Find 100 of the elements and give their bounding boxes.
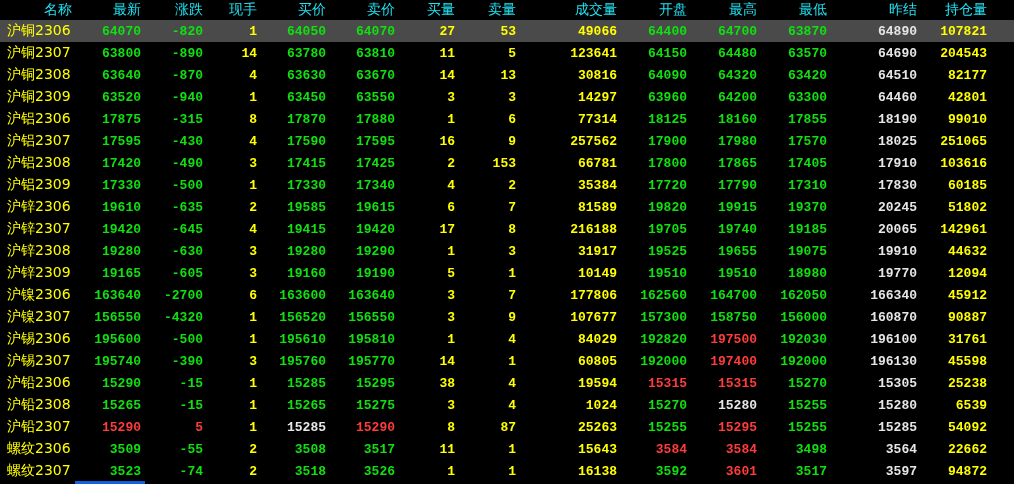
- table-cell-text: 15255: [787, 397, 827, 413]
- table-cell-text: 3498: [794, 441, 827, 457]
- contract-name: 沪铝2308: [6, 154, 72, 172]
- table-cell-text: 15290: [101, 419, 141, 435]
- table-cell-text: 64400: [647, 23, 687, 39]
- contract-name: 螺纹2306: [6, 440, 72, 458]
- table-row[interactable]: 沪锌2306 19610 -635 2 19585 19615 6 7 81589 19820 19915 19370 20245 51802: [0, 196, 1014, 218]
- table-cell-text: 1: [507, 463, 516, 479]
- table-cell-text: -635: [170, 199, 203, 215]
- table-row[interactable]: 螺纹2307 3523 -74 2 3518 3526 1 1 16138 3592 3601 3517 3597 94872: [0, 460, 1014, 482]
- table-row[interactable]: 沪铜2308 63640 -870 4 63630 63670 14 13 30816 64090 64320 63420 64510 82177: [0, 64, 1014, 86]
- column-header[interactable]: 卖量: [455, 1, 516, 19]
- table-row[interactable]: 沪铜2306 64070 -820 1 64050 64070 27 53 49066 64400 64700 63870 64890 107821: [0, 20, 1014, 42]
- table-row[interactable]: 沪铝2307 17595 -430 4 17590 17595 16 9 257562 17900 17980 17570 18025 251065: [0, 130, 1014, 152]
- table-cell-text: 17: [438, 221, 455, 237]
- column-header[interactable]: 买量: [395, 1, 455, 19]
- table-cell-text: -820: [170, 23, 203, 39]
- table-cell-text: 107677: [569, 309, 617, 325]
- column-header[interactable]: 开盘: [617, 1, 687, 19]
- table-cell-text: 31761: [947, 331, 987, 347]
- table-row[interactable]: 沪铝2308 17420 -490 3 17415 17425 2 153 66781 17800 17865 17405 17910 103616: [0, 152, 1014, 174]
- table-cell-text: 18980: [787, 265, 827, 281]
- column-header[interactable]: 买价: [257, 1, 326, 19]
- table-cell-text: 45598: [947, 353, 987, 369]
- table-cell-text: -4320: [163, 309, 203, 325]
- table-cell-text: 63870: [787, 23, 827, 39]
- column-header[interactable]: 最低: [757, 1, 827, 19]
- contract-name: 沪铜2307: [6, 44, 72, 62]
- table-cell-text: 195810: [347, 331, 395, 347]
- table-cell-text: 3: [446, 287, 455, 303]
- table-row[interactable]: 沪铅2308 15265 -15 1 15265 15275 3 4 1024 15270 15280 15255 15280 6539: [0, 394, 1014, 416]
- table-cell-text: 19820: [647, 199, 687, 215]
- column-header[interactable]: 最高: [687, 1, 757, 19]
- table-cell-text: -605: [170, 265, 203, 281]
- table-cell-text: -74: [178, 463, 203, 479]
- table-cell-text: 1: [248, 23, 257, 39]
- table-cell-text: 3564: [884, 441, 917, 457]
- table-cell-text: 17595: [101, 133, 141, 149]
- table-cell-text: 9: [507, 133, 516, 149]
- table-row[interactable]: 沪铅2307 15290 5 1 15285 15290 8 87 25263 15255 15295 15255 15285 54092: [0, 416, 1014, 438]
- table-cell-text: 1: [248, 419, 257, 435]
- table-cell-text: 64890: [877, 23, 917, 39]
- table-cell-text: 195600: [93, 331, 141, 347]
- table-cell-text: 15265: [101, 397, 141, 413]
- table-cell-text: 18025: [877, 133, 917, 149]
- table-cell-text: -870: [170, 67, 203, 83]
- column-header[interactable]: 最新: [72, 1, 141, 19]
- column-header[interactable]: 昨结: [827, 1, 917, 19]
- table-cell-text: 2: [507, 177, 516, 193]
- table-row[interactable]: 沪铝2306 17875 -315 8 17870 17880 1 6 77314 18125 18160 17855 18190 99010: [0, 108, 1014, 130]
- contract-name: 沪铜2309: [6, 88, 72, 106]
- table-cell-text: 9: [507, 309, 516, 325]
- table-row[interactable]: 沪镍2307 156550 -4320 1 156520 156550 3 9 107677 157300 158750 156000 160870 90887: [0, 306, 1014, 328]
- table-cell-text: 4: [248, 67, 257, 83]
- table-cell-text: 3523: [108, 463, 141, 479]
- table-row[interactable]: 沪铜2307 63800 -890 14 63780 63810 11 5 123641 64150 64480 63570 64690 204543: [0, 42, 1014, 64]
- table-cell-text: 51802: [947, 199, 987, 215]
- table-cell-text: 19585: [286, 199, 326, 215]
- table-cell-text: 195770: [347, 353, 395, 369]
- table-cell-text: 19185: [787, 221, 827, 237]
- table-row[interactable]: 沪锡2306 195600 -500 1 195610 195810 1 4 84029 192820 197500 192030 196100 31761: [0, 328, 1014, 350]
- table-row[interactable]: 沪锌2309 19165 -605 3 19160 19190 5 1 10149 19510 19510 18980 19770 12094: [0, 262, 1014, 284]
- column-header[interactable]: 涨跌: [141, 1, 203, 19]
- table-cell-text: 63810: [355, 45, 395, 61]
- table-cell-text: 7: [507, 199, 516, 215]
- table-cell-text: 164700: [709, 287, 757, 303]
- table-cell-text: 19415: [286, 221, 326, 237]
- column-header[interactable]: 持仓量: [917, 1, 987, 19]
- table-cell-text: 19655: [717, 243, 757, 259]
- table-row[interactable]: 沪铅2306 15290 -15 1 15285 15295 38 4 19594 15315 15315 15270 15305 25238: [0, 372, 1014, 394]
- table-cell-text: 19075: [787, 243, 827, 259]
- table-cell-text: 19910: [877, 243, 917, 259]
- table-row[interactable]: 沪铜2309 63520 -940 1 63450 63550 3 3 14297 63960 64200 63300 64460 42801: [0, 86, 1014, 108]
- table-cell-text: 157300: [639, 309, 687, 325]
- table-cell-text: 20245: [877, 199, 917, 215]
- table-cell-text: 196100: [869, 331, 917, 347]
- table-cell-text: 6: [507, 111, 516, 127]
- contract-name: 沪铝2307: [6, 132, 72, 150]
- table-cell-text: 3: [446, 89, 455, 105]
- table-row[interactable]: 沪镍2306 163640 -2700 6 163600 163640 3 7 177806 162560 164700 162050 166340 45912: [0, 284, 1014, 306]
- table-cell-text: 4: [446, 177, 455, 193]
- table-row[interactable]: 沪锡2307 195740 -390 3 195760 195770 14 1 60805 192000 197400 192000 196130 45598: [0, 350, 1014, 372]
- table-cell-text: 15270: [787, 375, 827, 391]
- column-header[interactable]: 卖价: [326, 1, 395, 19]
- table-cell-text: 17870: [286, 111, 326, 127]
- column-header[interactable]: 现手: [203, 1, 257, 19]
- table-row[interactable]: 沪铝2309 17330 -500 1 17330 17340 4 2 35384 17720 17790 17310 17830 60185: [0, 174, 1014, 196]
- table-cell-text: 1: [248, 89, 257, 105]
- table-cell-text: 19705: [647, 221, 687, 237]
- table-row[interactable]: 沪锌2308 19280 -630 3 19280 19290 1 3 31917 19525 19655 19075 19910 44632: [0, 240, 1014, 262]
- table-cell-text: 251065: [939, 133, 987, 149]
- table-cell-text: 17420: [101, 155, 141, 171]
- table-row[interactable]: 螺纹2306 3509 -55 2 3508 3517 11 1 15643 3584 3584 3498 3564 22662: [0, 438, 1014, 460]
- table-cell-text: 15285: [286, 375, 326, 391]
- table-cell-text: 17415: [286, 155, 326, 171]
- table-cell-text: 156520: [278, 309, 326, 325]
- column-header[interactable]: 名称: [0, 1, 72, 19]
- column-header[interactable]: 成交量: [516, 1, 617, 19]
- table-row[interactable]: 沪锌2307 19420 -645 4 19415 19420 17 8 216188 19705 19740 19185 20065 142961: [0, 218, 1014, 240]
- table-cell-text: 107821: [939, 23, 987, 39]
